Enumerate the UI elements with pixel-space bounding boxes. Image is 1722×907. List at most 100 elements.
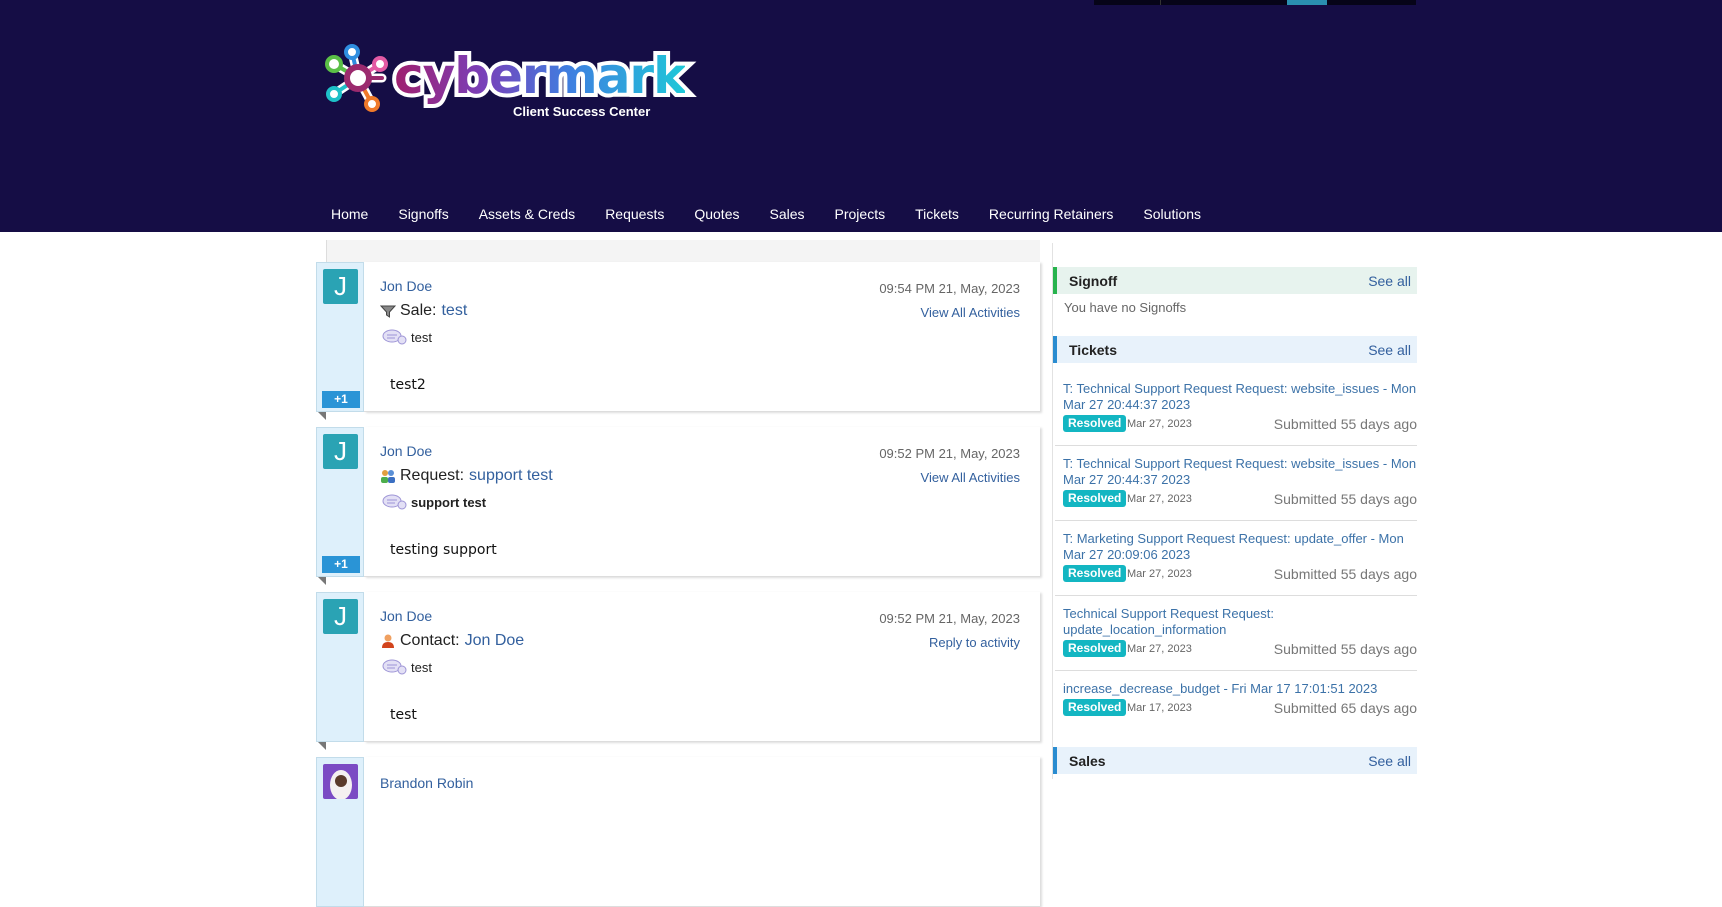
activity-item: J +1 Jon Doe 09:54 PM 21, May, 2023 View…	[316, 262, 1040, 420]
activity-message-text: test	[411, 659, 432, 675]
ticket-date: Mar 27, 2023	[1127, 568, 1192, 580]
top-utility-bar	[1094, 0, 1416, 5]
activity-message-text: test	[411, 329, 432, 345]
tickets-header: Tickets See all	[1053, 336, 1417, 363]
activity-user-link[interactable]: Brandon Robin	[380, 775, 473, 791]
ticket-item: T: Marketing Support Request Request: up…	[1055, 521, 1417, 596]
feed-top-bar	[326, 240, 1040, 262]
activity-message: test	[382, 328, 432, 346]
nav-signoffs[interactable]: Signoffs	[398, 206, 448, 226]
fold-corner	[318, 577, 326, 585]
reply-to-activity-link[interactable]: Reply to activity	[929, 635, 1020, 650]
activity-avatar-column: J +1	[316, 427, 364, 577]
activity-comment: test	[390, 707, 417, 723]
top-bar-active-tab[interactable]	[1287, 0, 1327, 5]
activity-message: test	[382, 658, 432, 676]
ticket-submitted: Submitted 65 days ago	[1273, 700, 1417, 716]
ticket-status-badge: Resolved	[1063, 490, 1127, 507]
ticket-title-link[interactable]: increase_decrease_budget - Fri Mar 17 17…	[1063, 681, 1417, 697]
activity-item: J +1 Jon Doe 09:52 PM 21, May, 2023 View…	[316, 427, 1040, 585]
funnel-icon	[380, 305, 396, 318]
nav-tickets[interactable]: Tickets	[915, 206, 959, 226]
activity-user-link[interactable]: Jon Doe	[380, 443, 432, 459]
activity-type-label: Sale:	[400, 302, 437, 319]
ticket-date: Mar 17, 2023	[1127, 702, 1192, 714]
signoff-title: Signoff	[1069, 272, 1118, 289]
plus-one-badge[interactable]: +1	[322, 391, 360, 408]
ticket-status-badge: Resolved	[1063, 415, 1127, 432]
activity-comment: test2	[390, 377, 426, 393]
ticket-title-link[interactable]: T: Marketing Support Request Request: up…	[1063, 531, 1417, 563]
sales-see-all-link[interactable]: See all	[1368, 753, 1411, 769]
avatar[interactable]: J	[323, 599, 358, 634]
activity-type-link[interactable]: Jon Doe	[465, 632, 525, 650]
brand-logo[interactable]: cybermark cybermark Client Success Cente…	[322, 43, 690, 124]
signoff-empty-message: You have no Signoffs	[1064, 300, 1187, 315]
logo-wordmark: cybermark	[394, 47, 686, 105]
activity-item: Brandon Robin	[316, 757, 1040, 907]
activity-timestamp: 09:54 PM 21, May, 2023	[879, 281, 1020, 296]
sidebar: Signoff See all You have no Signoffs Tic…	[1052, 243, 1417, 779]
sales-title: Sales	[1069, 752, 1106, 769]
sales-header: Sales See all	[1053, 747, 1417, 774]
chat-bubbles-icon	[382, 659, 407, 675]
tickets-title: Tickets	[1069, 341, 1117, 358]
tickets-see-all-link[interactable]: See all	[1368, 342, 1411, 358]
ticket-status-badge: Resolved	[1063, 565, 1127, 582]
signoff-header: Signoff See all	[1053, 267, 1417, 294]
ticket-submitted: Submitted 55 days ago	[1273, 566, 1417, 582]
activity-type-label: Contact:	[400, 632, 460, 649]
activity-type-link[interactable]: support test	[469, 467, 553, 485]
activity-type-label: Request:	[400, 467, 465, 484]
site-header: cybermark cybermark Client Success Cente…	[0, 0, 1722, 232]
avatar[interactable]: J	[323, 434, 358, 469]
activity-message-text: support test	[411, 494, 487, 510]
nav-recurring-retainers[interactable]: Recurring Retainers	[989, 206, 1114, 226]
nav-solutions[interactable]: Solutions	[1143, 206, 1201, 226]
activity-body: Brandon Robin	[364, 757, 1040, 907]
activity-body: Jon Doe 09:52 PM 21, May, 2023 Reply to …	[364, 592, 1040, 742]
activity-comment: testing support	[390, 542, 497, 558]
activity-avatar-column: J	[316, 592, 364, 742]
nav-quotes[interactable]: Quotes	[694, 206, 739, 226]
activity-feed: J +1 Jon Doe 09:54 PM 21, May, 2023 View…	[316, 240, 1040, 907]
ticket-date: Mar 27, 2023	[1127, 643, 1192, 655]
ticket-status-badge: Resolved	[1063, 699, 1127, 716]
activity-avatar-column: J +1	[316, 262, 364, 412]
nav-requests[interactable]: Requests	[605, 206, 664, 226]
ticket-item: T: Technical Support Request Request: we…	[1055, 446, 1417, 521]
chat-bubbles-icon	[382, 329, 407, 345]
activity-user-link[interactable]: Jon Doe	[380, 278, 432, 294]
activity-type-link[interactable]: test	[441, 302, 467, 320]
fold-corner	[318, 412, 326, 420]
nav-home[interactable]: Home	[331, 206, 368, 226]
user-photo-avatar[interactable]	[323, 764, 358, 799]
plus-one-badge[interactable]: +1	[322, 556, 360, 573]
top-bar-divider	[1160, 0, 1161, 5]
ticket-date: Mar 27, 2023	[1127, 493, 1192, 505]
nav-projects[interactable]: Projects	[835, 206, 886, 226]
signoff-see-all-link[interactable]: See all	[1368, 273, 1411, 289]
ticket-submitted: Submitted 55 days ago	[1273, 491, 1417, 507]
ticket-title-link[interactable]: T: Technical Support Request Request: we…	[1063, 381, 1417, 413]
view-all-activities-link[interactable]: View All Activities	[921, 470, 1020, 485]
activity-avatar-column	[316, 757, 364, 907]
ticket-title-link[interactable]: T: Technical Support Request Request: we…	[1063, 456, 1417, 488]
activity-timestamp: 09:52 PM 21, May, 2023	[879, 611, 1020, 626]
chat-bubbles-icon	[382, 494, 407, 510]
activity-message: support test	[382, 493, 486, 511]
activity-type: Sale: test	[380, 302, 467, 320]
activity-type: Request: support test	[380, 467, 553, 485]
activity-body: Jon Doe 09:52 PM 21, May, 2023 View All …	[364, 427, 1040, 577]
activity-item: J Jon Doe 09:52 PM 21, May, 2023 Reply t…	[316, 592, 1040, 750]
nav-sales[interactable]: Sales	[769, 206, 804, 226]
activity-body: Jon Doe 09:54 PM 21, May, 2023 View All …	[364, 262, 1040, 412]
group-icon	[381, 470, 395, 483]
ticket-item: increase_decrease_budget - Fri Mar 17 17…	[1055, 671, 1417, 746]
activity-timestamp: 09:52 PM 21, May, 2023	[879, 446, 1020, 461]
avatar[interactable]: J	[323, 269, 358, 304]
nav-assets-creds[interactable]: Assets & Creds	[479, 206, 575, 226]
activity-user-link[interactable]: Jon Doe	[380, 608, 432, 624]
view-all-activities-link[interactable]: View All Activities	[921, 305, 1020, 320]
ticket-title-link[interactable]: Technical Support Request Request: updat…	[1063, 606, 1293, 638]
